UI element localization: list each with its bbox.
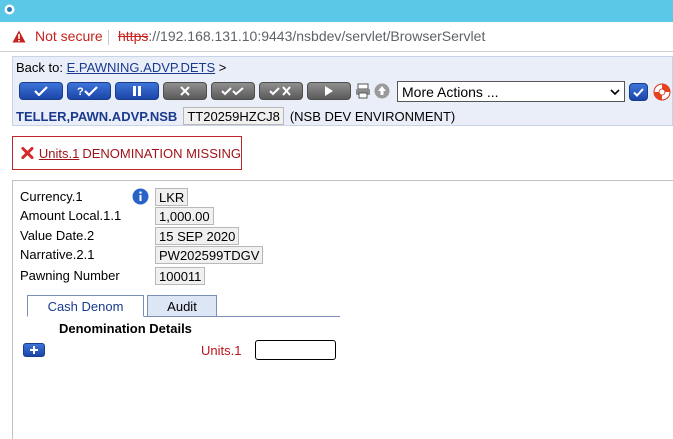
check-cross-icon	[269, 86, 291, 96]
amount-local-value[interactable]: 1,000.00	[155, 207, 214, 225]
info-icon[interactable]	[132, 188, 149, 205]
reverse-button[interactable]	[259, 82, 303, 100]
value-date-label: Value Date.2	[20, 228, 95, 243]
upload-icon[interactable]	[374, 83, 390, 99]
validate-button[interactable]: ?	[67, 82, 111, 100]
error-message-text: DENOMINATION MISSING	[82, 145, 241, 161]
error-x-icon	[21, 146, 34, 160]
version-info-line: TELLER,PAWN.ADVP.NSB TT20259HZCJ8 (NSB D…	[16, 107, 455, 125]
next-button[interactable]	[307, 82, 351, 100]
transaction-form: Currency.1 LKR Amount Local.1.1 1,000.00…	[12, 180, 673, 439]
check-icon	[633, 87, 644, 97]
query-check-icon: ?	[77, 86, 98, 97]
pawning-number-value[interactable]: 100011	[155, 267, 206, 285]
units-input[interactable]	[255, 340, 336, 360]
value-date-value[interactable]: 15 SEP 2020	[155, 227, 240, 245]
go-button[interactable]	[629, 83, 648, 101]
narrative-value[interactable]: PW202599TDGV	[155, 246, 264, 264]
narrative-label: Narrative.2.1	[20, 247, 95, 262]
currency-label: Currency.1	[20, 189, 83, 204]
error-message-box: Units.1 DENOMINATION MISSING	[12, 136, 242, 170]
tab-cash-denom[interactable]: Cash Denom	[27, 295, 144, 317]
hold-button[interactable]	[115, 82, 159, 100]
svg-text:?: ?	[77, 86, 84, 97]
pawning-number-label: Pawning Number	[20, 268, 120, 283]
address-bar[interactable]: Not secure https://192.168.131.10:9443/n…	[0, 22, 673, 52]
url-text[interactable]: https://192.168.131.10:9443/nsbdev/servl…	[118, 28, 485, 44]
warning-icon	[12, 30, 26, 43]
currency-row: Currency.1 LKR	[20, 188, 220, 206]
check-icon	[34, 86, 48, 96]
security-status-label[interactable]: Not secure	[35, 28, 103, 44]
units-label: Units.1	[201, 343, 242, 358]
back-to-arrow: >	[218, 60, 227, 75]
print-icon[interactable]	[355, 83, 371, 99]
url-scheme: https	[118, 28, 149, 44]
transaction-id-field[interactable]: TT20259HZCJ8	[183, 107, 284, 125]
version-name: TELLER,PAWN.ADVP.NSB	[16, 108, 178, 124]
more-actions-value: More Actions ...	[402, 83, 499, 100]
narrative-row: Narrative.2.1 PW202599TDGV	[20, 246, 280, 264]
amount-local-label: Amount Local.1.1	[20, 208, 122, 223]
url-path: ://192.168.131.10:9443/nsbdev/servlet/Br…	[148, 28, 486, 44]
back-to-label: Back to:	[16, 60, 63, 75]
browser-logo-icon	[4, 4, 15, 15]
tab-audit[interactable]: Audit	[147, 295, 217, 317]
plus-icon	[30, 346, 38, 354]
environment-label: (NSB DEV ENVIRONMENT)	[289, 108, 456, 124]
tab-strip: Cash Denom Audit	[27, 295, 340, 317]
cross-icon	[180, 86, 190, 96]
toolbar-panel: Back to: E.PAWNING.ADVP.DETS > ? More Ac…	[12, 56, 673, 126]
denomination-section-title: Denomination Details	[59, 321, 192, 336]
browser-title-bar	[0, 0, 673, 22]
value-date-row: Value Date.2 15 SEP 2020	[20, 227, 260, 245]
pause-icon	[133, 86, 141, 96]
more-actions-dropdown[interactable]: More Actions ...	[397, 81, 625, 102]
play-icon	[325, 86, 333, 96]
expand-denomination-button[interactable]	[23, 343, 45, 357]
pawning-number-row: Pawning Number 100011	[20, 267, 260, 285]
currency-value[interactable]: LKR	[155, 188, 189, 206]
back-to-link[interactable]: E.PAWNING.ADVP.DETS	[67, 60, 216, 75]
error-field-link[interactable]: Units.1	[39, 146, 79, 161]
commit-button[interactable]	[19, 82, 63, 100]
back-to-breadcrumb: Back to: E.PAWNING.ADVP.DETS >	[16, 60, 226, 75]
amount-local-row: Amount Local.1.1 1,000.00	[20, 207, 260, 225]
delete-button[interactable]	[163, 82, 207, 100]
chevron-down-icon	[610, 88, 620, 95]
help-lifebuoy-icon[interactable]	[653, 83, 671, 101]
authorise-button[interactable]	[211, 82, 255, 100]
double-check-icon	[221, 87, 244, 96]
address-divider	[108, 30, 109, 45]
